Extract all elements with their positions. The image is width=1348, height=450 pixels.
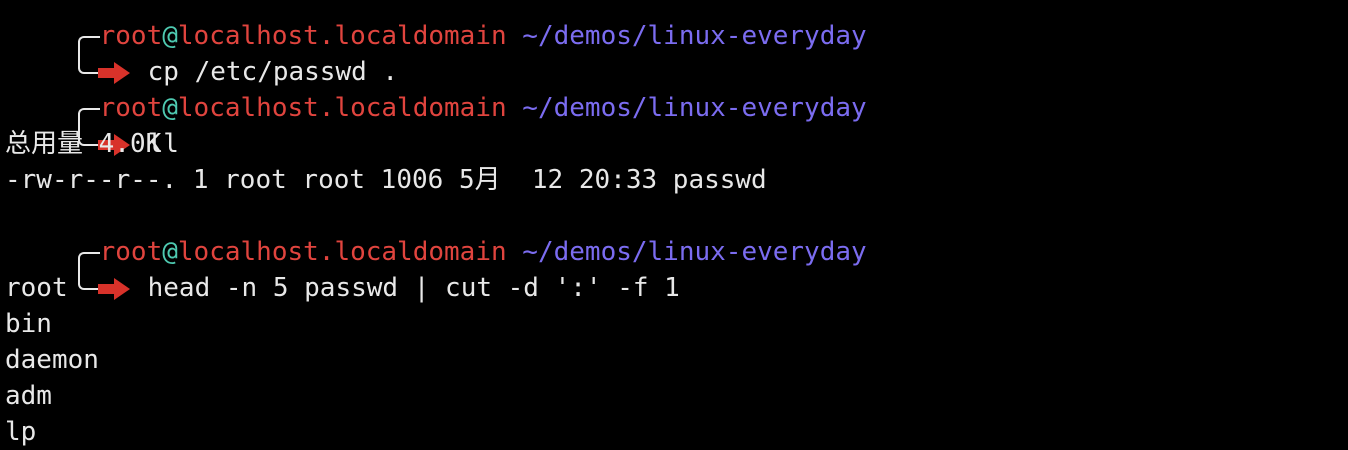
terminal-window[interactable]: root@localhost.localdomain ~/demos/linux… xyxy=(0,0,1348,450)
output-line: lp xyxy=(5,417,37,447)
output-line: -rw-r--r--. 1 root root 1006 5月 12 20:33… xyxy=(5,165,767,195)
prompt-line: root@localhost.localdomain ~/demos/linux… xyxy=(0,0,1348,54)
output-line: daemon xyxy=(5,345,99,375)
prompt-line: root@localhost.localdomain ~/demos/linux… xyxy=(0,54,1348,126)
prompt-line: root@localhost.localdomain ~/demos/linux… xyxy=(0,198,1348,270)
command-line[interactable]: head -n 5 passwd | cut -d ':' -f 1 xyxy=(0,234,1348,303)
output-line: root xyxy=(5,273,68,303)
output-line: bin xyxy=(5,309,52,339)
output-line: adm xyxy=(5,381,52,411)
output-line: 总用量 4.0K xyxy=(5,129,162,159)
command-line[interactable]: cp /etc/passwd . xyxy=(0,18,1348,87)
command-line[interactable]: ll xyxy=(0,90,1348,159)
